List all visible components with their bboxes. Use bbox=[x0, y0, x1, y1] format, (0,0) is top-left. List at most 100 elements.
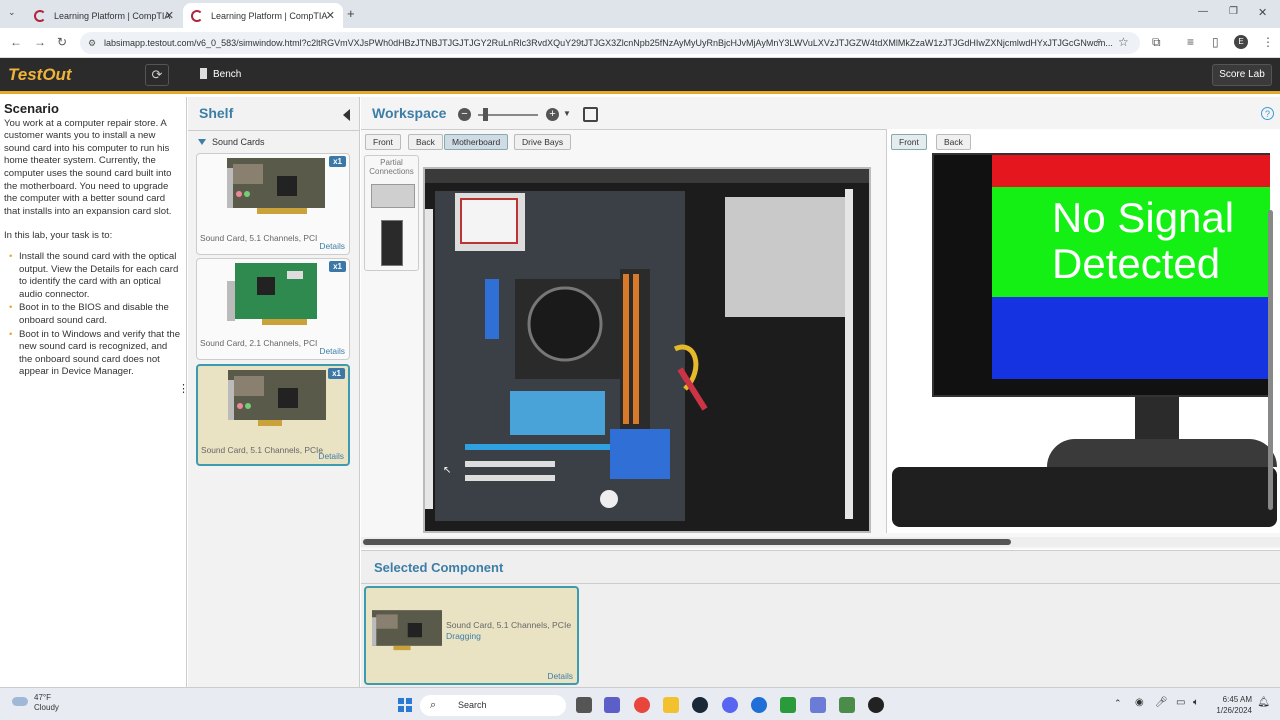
url-field[interactable]: ⚙ labsimapp.testout.com/v6_0_583/simwind… bbox=[80, 32, 1140, 54]
app-icon[interactable] bbox=[810, 697, 826, 713]
teams-icon[interactable] bbox=[604, 697, 620, 713]
view-motherboard-button[interactable]: Motherboard bbox=[444, 134, 509, 150]
new-tab-icon[interactable]: + bbox=[347, 6, 355, 21]
microphone-icon[interactable]: 🎤︎ bbox=[1155, 697, 1168, 708]
url-text: labsimapp.testout.com/v6_0_583/simwindow… bbox=[104, 38, 1113, 48]
close-tab-icon[interactable]: ✕ bbox=[326, 9, 335, 22]
no-signal-line-2: Detected bbox=[1052, 240, 1221, 287]
weather-condition: Cloudy bbox=[34, 703, 59, 712]
task-item: Boot in to the BIOS and disable the onbo… bbox=[4, 302, 182, 327]
scenario-title: Scenario bbox=[4, 101, 59, 116]
score-lab-button[interactable]: Score Lab bbox=[1212, 64, 1272, 86]
keyboard[interactable] bbox=[892, 467, 1277, 527]
screen-blue-band bbox=[992, 297, 1270, 379]
volume-icon[interactable]: 🔈︎ bbox=[1193, 697, 1199, 708]
forward-icon[interactable]: → bbox=[34, 35, 46, 49]
zoom-icon[interactable]: ⌕ bbox=[1096, 35, 1102, 48]
taskbar-clock[interactable]: 6:45 AM 1/26/2024 bbox=[1216, 694, 1252, 716]
task-list: Install the sound card with the optical … bbox=[4, 251, 182, 379]
monitor-front-button[interactable]: Front bbox=[891, 134, 927, 150]
tray-icon[interactable]: ◉ bbox=[1135, 697, 1144, 708]
back-icon[interactable]: ← bbox=[10, 35, 22, 49]
address-bar-row: ← → ↻ ⚙ labsimapp.testout.com/v6_0_583/s… bbox=[0, 28, 1280, 58]
details-link[interactable]: Details bbox=[318, 451, 344, 461]
site-info-icon[interactable]: ⚙ bbox=[88, 32, 96, 54]
details-link[interactable]: Details bbox=[547, 671, 573, 681]
discord-icon[interactable] bbox=[722, 697, 738, 713]
details-link[interactable]: Details bbox=[319, 346, 345, 356]
file-explorer-icon[interactable] bbox=[663, 697, 679, 713]
monitor-back-button[interactable]: Back bbox=[936, 134, 971, 150]
tray-overflow-icon[interactable]: ⌃ bbox=[1114, 698, 1122, 709]
app-icon[interactable] bbox=[839, 697, 855, 713]
reading-list-icon[interactable]: ≡ bbox=[1187, 35, 1194, 49]
network-icon[interactable]: ▭ bbox=[1176, 697, 1185, 708]
view-back-button[interactable]: Back bbox=[408, 134, 443, 150]
extensions-icon[interactable]: ⧉ bbox=[1152, 35, 1161, 50]
scrollbar-thumb[interactable] bbox=[363, 539, 1011, 545]
profile-avatar[interactable]: E bbox=[1234, 35, 1248, 49]
fit-view-icon[interactable] bbox=[583, 107, 598, 122]
bench-button[interactable]: Bench bbox=[200, 68, 241, 80]
shelf-item-sound-card-3[interactable]: x1 Sound Card, 5.1 Channels, PCIe Detail… bbox=[196, 364, 350, 466]
help-icon[interactable]: ? bbox=[1261, 107, 1274, 120]
browser-menu-icon[interactable]: ⋮ bbox=[1262, 35, 1274, 49]
bench-icon bbox=[200, 68, 207, 79]
task-item: Boot in to Windows and verify that the n… bbox=[4, 329, 182, 379]
reload-icon[interactable]: ↻ bbox=[57, 35, 67, 49]
category-sound-cards[interactable]: Sound Cards bbox=[198, 137, 265, 147]
collapse-shelf-icon[interactable] bbox=[343, 109, 350, 121]
tab-list-icon[interactable]: ⌄ bbox=[8, 7, 16, 18]
notification-bell-icon[interactable]: 🔔︎ bbox=[1257, 697, 1270, 708]
browser-tab-1[interactable]: Learning Platform | CompTIA ✕ bbox=[26, 3, 182, 28]
scenario-intro: You work at a computer repair store. A c… bbox=[4, 117, 172, 217]
zoom-out-icon[interactable]: − bbox=[458, 108, 471, 121]
windows-start-icon[interactable] bbox=[398, 698, 412, 712]
app-icon[interactable] bbox=[868, 697, 884, 713]
shelf-item-sound-card-1[interactable]: x1 Sound Card, 5.1 Channels, PCI Details bbox=[196, 153, 350, 255]
pc-tower-icon[interactable] bbox=[381, 220, 403, 266]
details-link[interactable]: Details bbox=[319, 241, 345, 251]
power-supply-icon[interactable] bbox=[371, 184, 415, 208]
sound-card-image bbox=[227, 158, 325, 214]
side-panel-icon[interactable]: ▯ bbox=[1212, 35, 1219, 49]
time: 6:45 AM bbox=[1222, 695, 1252, 704]
browser-tab-2[interactable]: Learning Platform | CompTIA ✕ bbox=[183, 3, 343, 28]
restore-icon[interactable]: ❐ bbox=[1229, 6, 1238, 17]
screen-red-band bbox=[992, 155, 1270, 187]
no-signal-line-1: No Signal bbox=[1052, 195, 1235, 241]
workspace-horizontal-scrollbar[interactable] bbox=[361, 537, 1280, 547]
app-icon[interactable] bbox=[751, 697, 767, 713]
motherboard-image bbox=[425, 169, 869, 521]
refresh-button[interactable]: ⟳ bbox=[145, 64, 169, 86]
close-window-icon[interactable]: ✕ bbox=[1258, 6, 1267, 19]
close-tab-icon[interactable]: ✕ bbox=[165, 9, 174, 22]
steam-icon[interactable] bbox=[692, 697, 708, 713]
search-label: Search bbox=[458, 700, 487, 710]
selected-component-card[interactable]: Sound Card, 5.1 Channels, PCIe Dragging … bbox=[364, 586, 579, 685]
no-signal-message: No Signal Detected bbox=[1052, 195, 1270, 287]
selected-component-status: Dragging bbox=[446, 631, 481, 641]
computer-case-motherboard[interactable]: ↖ bbox=[423, 167, 871, 533]
bookmark-star-icon[interactable]: ☆ bbox=[1118, 35, 1129, 49]
view-drive-bays-button[interactable]: Drive Bays bbox=[514, 134, 572, 150]
divider bbox=[361, 583, 1280, 584]
zoom-in-icon[interactable]: + bbox=[546, 108, 559, 121]
search-icon: ⌕ bbox=[430, 699, 437, 711]
item-label: Sound Card, 2.1 Channels, PCI bbox=[200, 338, 318, 348]
task-intro: In this lab, your task is to: bbox=[4, 230, 113, 242]
sound-card-image bbox=[228, 370, 326, 426]
shelf-item-sound-card-2[interactable]: x1 Sound Card, 2.1 Channels, PCI Details bbox=[196, 258, 350, 360]
chrome-icon[interactable] bbox=[634, 697, 650, 713]
zoom-dropdown-icon[interactable]: ▼ bbox=[563, 109, 571, 118]
expand-triangle-icon bbox=[198, 139, 206, 145]
zoom-slider-thumb[interactable] bbox=[483, 108, 488, 121]
taskbar-search[interactable]: ⌕ Search bbox=[420, 695, 566, 716]
view-front-button[interactable]: Front bbox=[365, 134, 401, 150]
minecraft-icon[interactable] bbox=[780, 697, 796, 713]
workspace-vertical-scrollbar[interactable] bbox=[1268, 210, 1273, 510]
task-view-icon[interactable] bbox=[576, 697, 592, 713]
tab-title: Learning Platform | CompTIA bbox=[54, 10, 171, 21]
bench-label: Bench bbox=[213, 69, 242, 80]
minimize-icon[interactable]: — bbox=[1198, 6, 1208, 17]
